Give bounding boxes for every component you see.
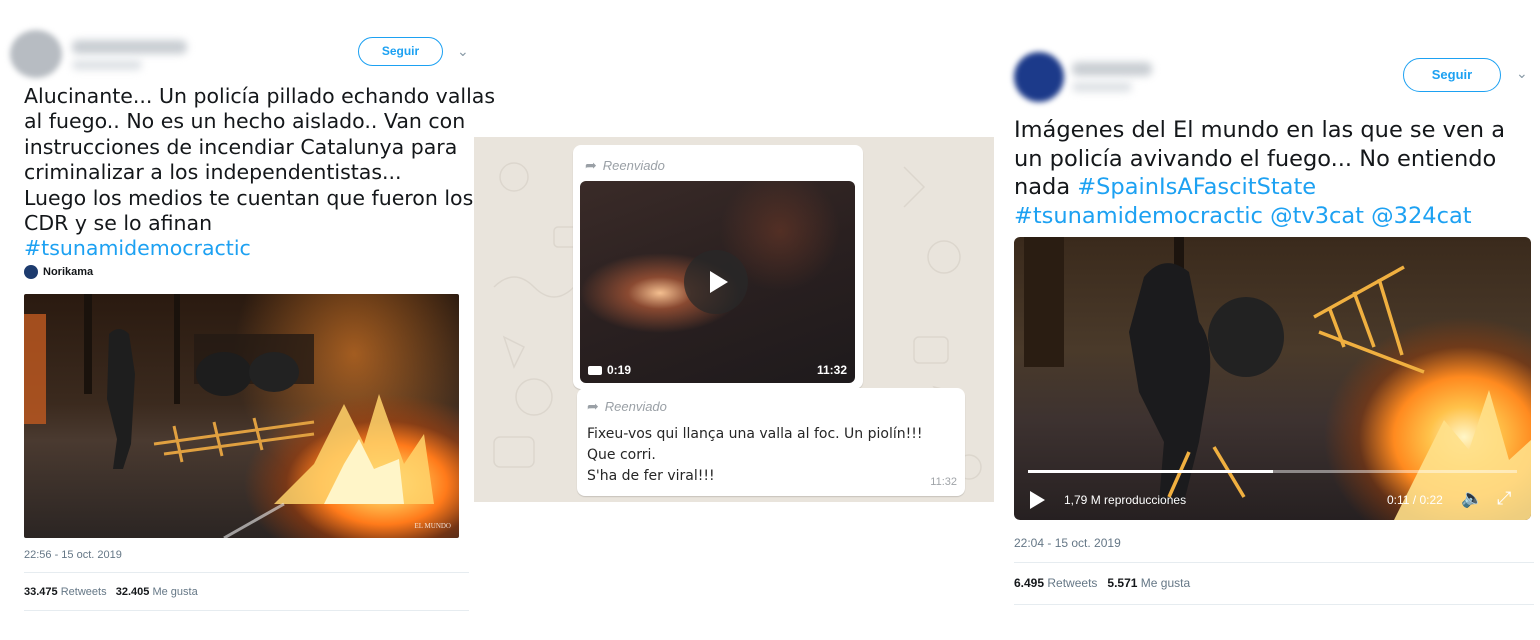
tweet-stats: 33.475 Retweets 32.405 Me gusta	[24, 586, 198, 598]
divider	[1014, 604, 1534, 605]
author-name[interactable]	[1072, 62, 1152, 76]
tweet-text-line: instrucciones de incendiar Catalunya par…	[24, 134, 458, 159]
tweet-text-line: Imágenes del El mundo en las que se ven …	[1014, 117, 1506, 143]
message-line: S'ha de fer viral!!!	[587, 468, 715, 484]
video-message-bubble[interactable]: ➦ Reenviado 0:19 11:32	[573, 145, 863, 389]
tweet-text-line: #tsunamidemocractic @tv3cat @324cat	[1014, 202, 1534, 231]
video-views: 1,79 M reproducciones	[1064, 493, 1187, 507]
scene-icon	[24, 294, 434, 538]
chevron-down-icon[interactable]: ⌄	[1516, 65, 1528, 82]
video-time: 11:32	[816, 363, 847, 377]
tweet-stats: 6.495 Retweets 5.571 Me gusta	[1014, 576, 1190, 590]
retweet-count[interactable]: 6.495	[1014, 576, 1044, 590]
like-count[interactable]: 5.571	[1107, 576, 1137, 590]
author-name[interactable]	[72, 40, 187, 54]
mention-link[interactable]: @324cat	[1371, 203, 1471, 229]
credit-name: Norikama	[43, 266, 94, 278]
play-button[interactable]	[684, 250, 748, 314]
avatar[interactable]	[10, 30, 62, 78]
tweet-text-line: Luego los medios te cuentan que fueron l…	[24, 185, 474, 210]
message-time: 11:32	[930, 476, 957, 488]
tweet-video[interactable]: 1,79 M reproducciones 0:11 / 0:22 🔈 ⤢	[1014, 237, 1531, 520]
author-handle[interactable]	[1072, 82, 1132, 92]
forwarded-label: ➦ Reenviado	[585, 157, 665, 174]
avatar[interactable]	[1014, 52, 1064, 102]
retweet-count[interactable]: 33.475	[24, 586, 58, 598]
tweet-text-line: Alucinante... Un policía pillado echando…	[24, 84, 496, 108]
video-duration: 0:19	[588, 363, 631, 377]
author-handle[interactable]	[72, 60, 142, 70]
divider	[24, 610, 469, 611]
play-icon	[710, 271, 728, 293]
retweet-label[interactable]: Retweets	[61, 586, 107, 598]
video-progress-fill	[1028, 470, 1273, 473]
tweet-text-line: al fuego.. No es un hecho aislado.. Van …	[24, 109, 466, 134]
follow-button[interactable]: Seguir	[358, 37, 443, 66]
text-message-bubble[interactable]: ➦ Reenviado Fixeu-vos qui llança una val…	[577, 388, 965, 496]
message-text: Fixeu-vos qui llança una valla al foc. U…	[587, 424, 922, 487]
tweet-text: Imágenes del El mundo en las que se ven …	[1014, 116, 1534, 230]
divider	[1014, 562, 1534, 563]
like-label[interactable]: Me gusta	[152, 586, 197, 598]
tweet-timestamp[interactable]: 22:04 - 15 oct. 2019	[1014, 536, 1121, 550]
like-label[interactable]: Me gusta	[1141, 576, 1190, 590]
message-line: Que corri.	[587, 447, 656, 463]
hashtag-link[interactable]: #tsunamidemocractic	[24, 236, 469, 261]
tweet-text: Alucinante... Un policía pillado echando…	[24, 84, 496, 262]
scene-icon	[1024, 237, 1531, 520]
volume-icon[interactable]: 🔈	[1461, 488, 1483, 508]
video-progress-track[interactable]	[1028, 470, 1517, 473]
tweet-text-line: nada #SpainIsAFascitState	[1014, 173, 1534, 202]
retweet-label[interactable]: Retweets	[1047, 576, 1097, 590]
tweet-left: Seguir ⌄ Alucinante... Un policía pillad…	[0, 0, 496, 640]
like-count[interactable]: 32.405	[116, 586, 150, 598]
video-camera-icon	[588, 365, 602, 375]
tweet-right: Seguir ⌄ Imágenes del El mundo en las qu…	[1000, 0, 1540, 640]
whatsapp-chat: ➦ Reenviado 0:19 11:32 ➦ Reenviado Fixeu…	[474, 137, 994, 502]
credit-avatar-icon	[24, 265, 38, 279]
forwarded-label: ➦ Reenviado	[587, 398, 667, 415]
play-icon[interactable]	[1030, 491, 1045, 509]
duration-text: 0:19	[607, 363, 632, 377]
watermark: EL MUNDO	[414, 522, 452, 530]
video-time: 0:11 / 0:22	[1387, 493, 1443, 507]
video-thumbnail[interactable]: 0:19 11:32	[580, 181, 855, 383]
tweet-text-line: criminalizar a los independentistas...	[24, 160, 402, 185]
follow-button[interactable]: Seguir	[1403, 58, 1501, 92]
forwarded-text: Reenviado	[602, 158, 665, 173]
forward-arrow-icon: ➦	[585, 157, 597, 173]
mention-link[interactable]: @tv3cat	[1270, 203, 1364, 229]
forward-arrow-icon: ➦	[587, 398, 599, 414]
fullscreen-icon[interactable]: ⤢	[1497, 488, 1511, 508]
media-credit[interactable]: Norikama	[24, 264, 93, 280]
text-fragment: nada	[1014, 174, 1078, 201]
forwarded-text: Reenviado	[604, 399, 667, 414]
hashtag-link[interactable]: #SpainIsAFascitState	[1077, 174, 1316, 200]
divider	[24, 572, 469, 573]
tweet-text-line: un policía avivando el fuego... No entie…	[1014, 145, 1497, 172]
tweet-timestamp[interactable]: 22:56 - 15 oct. 2019	[24, 549, 122, 561]
chevron-down-icon[interactable]: ⌄	[457, 43, 469, 60]
tweet-text-line: CDR y se lo afinan	[24, 211, 213, 236]
hashtag-link[interactable]: #tsunamidemocractic	[1014, 203, 1263, 229]
tweet-image[interactable]: EL MUNDO	[24, 294, 459, 538]
message-line: Fixeu-vos qui llança una valla al foc. U…	[587, 426, 923, 442]
